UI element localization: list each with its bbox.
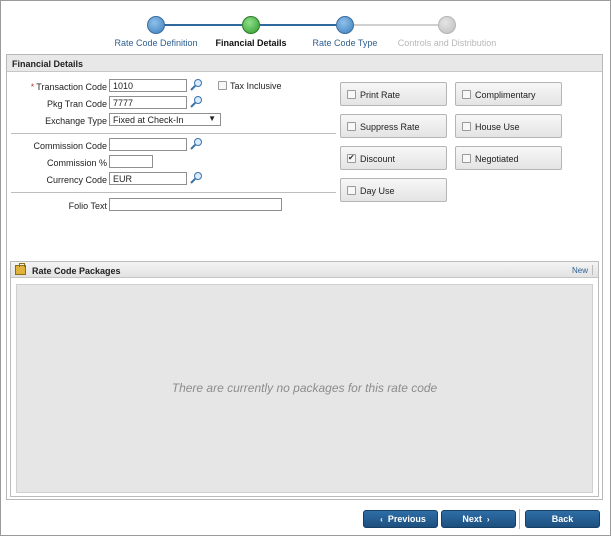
option-label: Print Rate [360,90,401,100]
panel-title: Financial Details [7,55,602,72]
option-print-rate[interactable]: Print Rate [340,82,447,106]
packages-header: Rate Code Packages New [11,262,598,278]
step-controls-distribution: Controls and Distribution [387,16,507,48]
option-label: Negotiated [475,154,519,164]
currency-code-label: Currency Code [46,175,107,185]
currency-code-input[interactable]: EUR [109,172,187,185]
magnifier-icon[interactable] [190,79,203,91]
magnifier-icon[interactable] [190,172,203,184]
packages-grid: There are currently no packages for this… [16,284,593,493]
previous-label: Previous [387,514,426,524]
option-complimentary[interactable]: Complimentary [455,82,562,106]
commission-code-label: Commission Code [33,141,107,151]
commission-code-input[interactable] [109,138,187,151]
step-indicator-icon [438,16,456,34]
back-button[interactable]: Back [525,510,600,528]
divider [11,133,336,134]
step-indicator-icon [242,16,260,34]
transaction-code-input[interactable]: 1010 [109,79,187,92]
option-label: Discount [360,154,396,164]
exchange-type-select[interactable]: Fixed at Check-In ▼ [109,113,221,126]
discount-checkbox[interactable] [347,153,356,163]
option-label: Day Use [360,186,395,196]
option-discount[interactable]: Discount [340,146,447,170]
folio-text-label: Folio Text [68,201,107,211]
step-label: Controls and Distribution [397,38,497,48]
dropdown-arrow-icon: ▼ [208,114,216,123]
transaction-code-label: * Transaction Code [30,82,107,92]
packages-title: Rate Code Packages [32,266,121,276]
empty-state-message: There are currently no packages for this… [171,381,438,395]
suppress-rate-checkbox[interactable] [347,122,356,131]
tax-inclusive-label: Tax Inclusive [230,81,282,91]
house-use-checkbox[interactable] [462,122,471,131]
back-label: Back [551,514,574,524]
header-divider [592,265,593,275]
step-indicator-icon [147,16,165,34]
package-icon [15,263,26,275]
exchange-type-value: Fixed at Check-In [113,115,184,125]
option-day-use[interactable]: Day Use [340,178,447,202]
required-marker: * [30,82,35,92]
commission-percent-label: Commission % [46,158,107,168]
option-label: Complimentary [475,90,536,100]
option-label: Suppress Rate [360,122,420,132]
option-negotiated[interactable]: Negotiated [455,146,562,170]
rate-code-packages-section: Rate Code Packages New There are current… [10,261,599,497]
complimentary-checkbox[interactable] [462,90,471,99]
tax-inclusive-checkbox[interactable] [218,81,227,90]
divider [11,192,336,193]
option-label: House Use [475,122,520,132]
print-rate-checkbox[interactable] [347,90,356,99]
next-label: Next [462,514,482,524]
step-indicator-icon [336,16,354,34]
chevron-right-icon: › [486,515,490,524]
footer-divider [519,509,520,529]
day-use-checkbox[interactable] [347,186,356,195]
negotiated-checkbox[interactable] [462,154,471,163]
pkg-tran-code-input[interactable]: 7777 [109,96,187,109]
folio-text-input[interactable] [109,198,282,211]
exchange-type-label: Exchange Type [45,116,107,126]
option-suppress-rate[interactable]: Suppress Rate [340,114,447,138]
next-button[interactable]: Next › [441,510,516,528]
commission-percent-input[interactable] [109,155,153,168]
magnifier-icon[interactable] [190,96,203,108]
chevron-left-icon: ‹ [380,515,383,524]
pkg-tran-code-label: Pkg Tran Code [46,99,107,109]
option-house-use[interactable]: House Use [455,114,562,138]
wizard-stepper: Rate Code Definition Financial Details R… [0,0,611,52]
magnifier-icon[interactable] [190,138,203,150]
previous-button[interactable]: ‹ Previous [363,510,438,528]
new-package-link[interactable]: New [572,266,588,275]
